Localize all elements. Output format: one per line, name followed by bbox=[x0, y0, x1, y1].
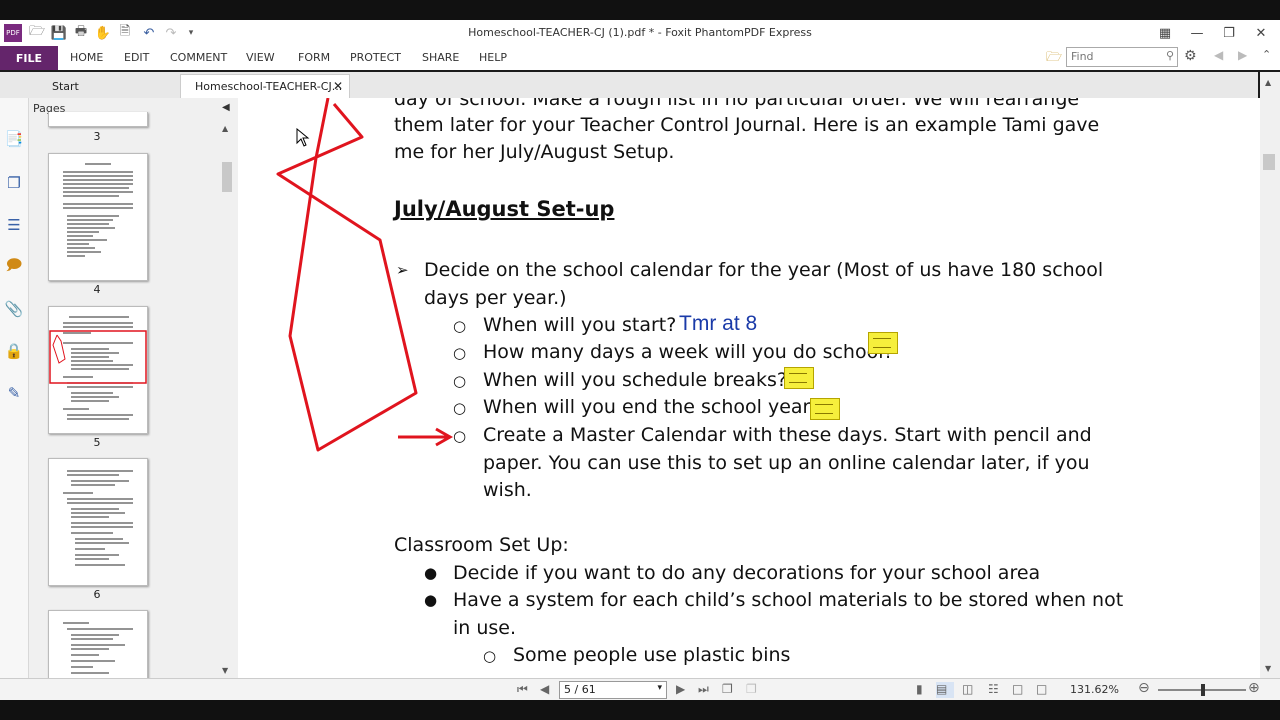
security-lock-icon[interactable]: 🔒 bbox=[3, 340, 25, 362]
tab-document-label: Homeschool-TEACHER-CJ... bbox=[195, 80, 343, 93]
fit-width-icon[interactable]: □ bbox=[1036, 682, 1047, 696]
next-page-icon[interactable]: ▶ bbox=[676, 682, 685, 696]
page-thumbnail-3[interactable] bbox=[48, 112, 148, 127]
menu-edit[interactable]: EDIT bbox=[124, 51, 149, 64]
signatures-icon[interactable]: ✎ bbox=[3, 382, 25, 404]
comments-icon[interactable]: 🗩 bbox=[3, 256, 25, 278]
mouse-cursor-icon bbox=[296, 128, 310, 147]
page-number-4: 4 bbox=[93, 283, 101, 296]
continuous-facing-icon[interactable]: ☷ bbox=[988, 682, 999, 696]
page-thumbnail-5[interactable] bbox=[48, 306, 148, 434]
menu-comment[interactable]: COMMENT bbox=[170, 51, 227, 64]
next-view-icon[interactable]: ❐ bbox=[746, 682, 757, 696]
bottom-strip bbox=[0, 700, 1280, 720]
pages-icon[interactable]: ❐ bbox=[3, 172, 25, 194]
collapse-ribbon-icon[interactable]: ⌃ bbox=[1262, 48, 1271, 61]
tab-start-label: Start bbox=[52, 79, 79, 93]
tab-document[interactable]: Homeschool-TEACHER-CJ... ✕ bbox=[180, 74, 350, 98]
ink-drawing-icon bbox=[276, 98, 418, 452]
previous-page-icon[interactable]: ◀ bbox=[540, 682, 549, 696]
thumbnail-scrollbar[interactable] bbox=[220, 120, 234, 676]
menu-help[interactable]: HELP bbox=[479, 51, 507, 64]
fit-page-icon[interactable]: □ bbox=[1012, 682, 1023, 696]
ink-drawing-layer bbox=[276, 98, 454, 452]
window-title: Homeschool-TEACHER-CJ (1).pdf * - Foxit … bbox=[468, 26, 812, 39]
collapse-panel-icon[interactable]: ◀ bbox=[222, 102, 230, 113]
last-page-icon[interactable]: ⏭ bbox=[698, 682, 709, 697]
scroll-up-icon[interactable]: ▲ bbox=[222, 124, 228, 133]
document-page[interactable]: day of school. Make a rough list in no p… bbox=[238, 98, 1260, 678]
continuous-page-icon[interactable]: ▤ bbox=[936, 682, 954, 698]
bookmarks-icon[interactable]: 📑 bbox=[3, 128, 25, 150]
tab-start[interactable]: Start bbox=[36, 74, 176, 98]
zoom-in-icon[interactable]: ⊕ bbox=[1248, 680, 1260, 696]
page-number-3: 3 bbox=[93, 130, 101, 143]
menu-protect[interactable]: PROTECT bbox=[350, 51, 401, 64]
first-page-icon[interactable]: ⏮ bbox=[517, 682, 528, 697]
zoom-slider-handle[interactable] bbox=[1201, 684, 1205, 696]
page-thumbnail-7[interactable] bbox=[48, 610, 148, 679]
restore-layout-icon[interactable]: ▦ bbox=[1150, 22, 1180, 44]
previous-result-icon[interactable]: ◀ bbox=[1214, 48, 1223, 62]
menu-home[interactable]: HOME bbox=[70, 51, 103, 64]
thumbnail-scroll-thumb[interactable] bbox=[222, 162, 232, 192]
next-result-icon[interactable]: ▶ bbox=[1238, 48, 1247, 62]
scroll-up-icon[interactable]: ▲ bbox=[1265, 78, 1271, 87]
document-scrollbar[interactable]: ▲ ▼ bbox=[1260, 72, 1280, 678]
page-number-value: 5 / 61 bbox=[564, 683, 596, 696]
gear-icon[interactable]: ⚙ bbox=[1184, 48, 1197, 64]
close-window-button[interactable]: ✕ bbox=[1246, 22, 1276, 44]
zoom-out-icon[interactable]: ⊖ bbox=[1138, 680, 1150, 696]
find-input[interactable]: Find ⚲ bbox=[1066, 47, 1178, 67]
top-strip bbox=[0, 0, 1280, 20]
page-number-field[interactable]: 5 / 61 ▾ bbox=[559, 681, 667, 699]
scroll-down-icon[interactable]: ▼ bbox=[1265, 664, 1271, 673]
previous-view-icon[interactable]: ❐ bbox=[722, 682, 733, 696]
menu-form[interactable]: FORM bbox=[298, 51, 330, 64]
page-6-preview bbox=[63, 470, 133, 566]
page-4-preview bbox=[63, 163, 133, 257]
page-thumbnail-6[interactable] bbox=[48, 458, 148, 586]
page-number-5: 5 bbox=[93, 436, 101, 449]
search-icon[interactable]: ⚲ bbox=[1166, 49, 1174, 62]
document-scroll-thumb[interactable] bbox=[1263, 154, 1275, 170]
maximize-button[interactable]: ❐ bbox=[1214, 22, 1244, 44]
folder-search-icon[interactable]: 🗁 bbox=[1046, 48, 1062, 70]
facing-pages-icon[interactable]: ◫ bbox=[962, 682, 973, 696]
minimize-button[interactable]: — bbox=[1182, 22, 1212, 44]
file-menu[interactable]: FILE bbox=[0, 46, 58, 70]
find-placeholder: Find bbox=[1071, 50, 1094, 63]
attachments-icon[interactable]: 📎 bbox=[3, 298, 25, 320]
page-5-preview bbox=[49, 316, 147, 420]
zoom-level[interactable]: 131.62% bbox=[1070, 683, 1119, 696]
scroll-down-icon[interactable]: ▼ bbox=[222, 666, 228, 675]
layers-icon[interactable]: ☰ bbox=[3, 214, 25, 236]
single-page-icon[interactable]: ▮ bbox=[916, 682, 923, 696]
menu-share[interactable]: SHARE bbox=[422, 51, 459, 64]
page-thumbnail-4[interactable] bbox=[48, 153, 148, 281]
close-tab-icon[interactable]: ✕ bbox=[333, 79, 343, 93]
page-dropdown-icon[interactable]: ▾ bbox=[657, 683, 662, 693]
page-7-preview bbox=[63, 622, 133, 674]
menu-view[interactable]: VIEW bbox=[246, 51, 275, 64]
page-number-6: 6 bbox=[93, 588, 101, 601]
